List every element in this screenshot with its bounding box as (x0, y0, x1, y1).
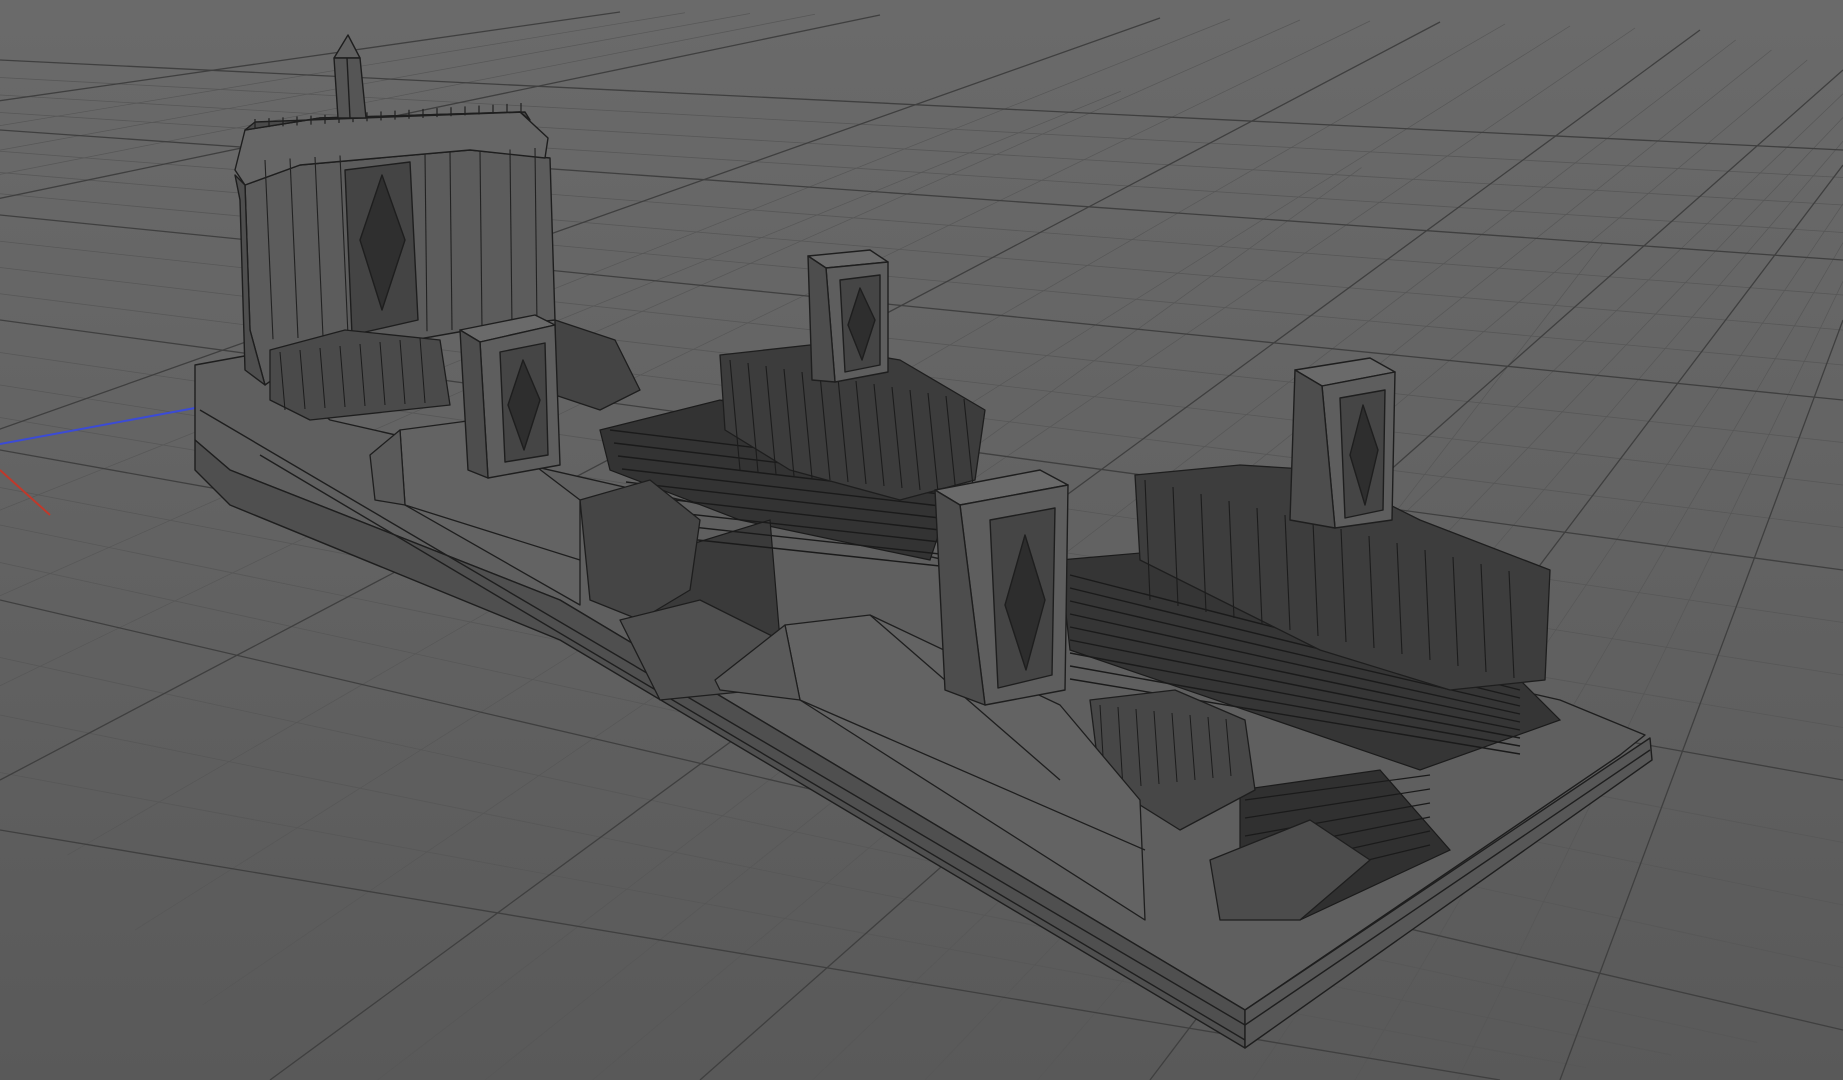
pylon-3[interactable] (934, 469, 1069, 706)
grid-line-major (1559, 319, 1843, 1080)
3d-viewport[interactable] (0, 0, 1843, 1080)
block (554, 319, 641, 411)
spire-tip (333, 34, 361, 59)
x-axis-line (0, 469, 51, 516)
z-axis-line (0, 407, 196, 445)
world-axes (0, 407, 196, 516)
pylon-4[interactable] (1289, 357, 1396, 529)
grid-line-major (0, 11, 621, 102)
viewport-scene[interactable] (0, 0, 1843, 1080)
grid-line-major (0, 17, 1161, 430)
spire-ornament[interactable] (333, 34, 367, 119)
pylon-2[interactable] (807, 249, 889, 383)
pylon-1[interactable] (459, 314, 561, 479)
